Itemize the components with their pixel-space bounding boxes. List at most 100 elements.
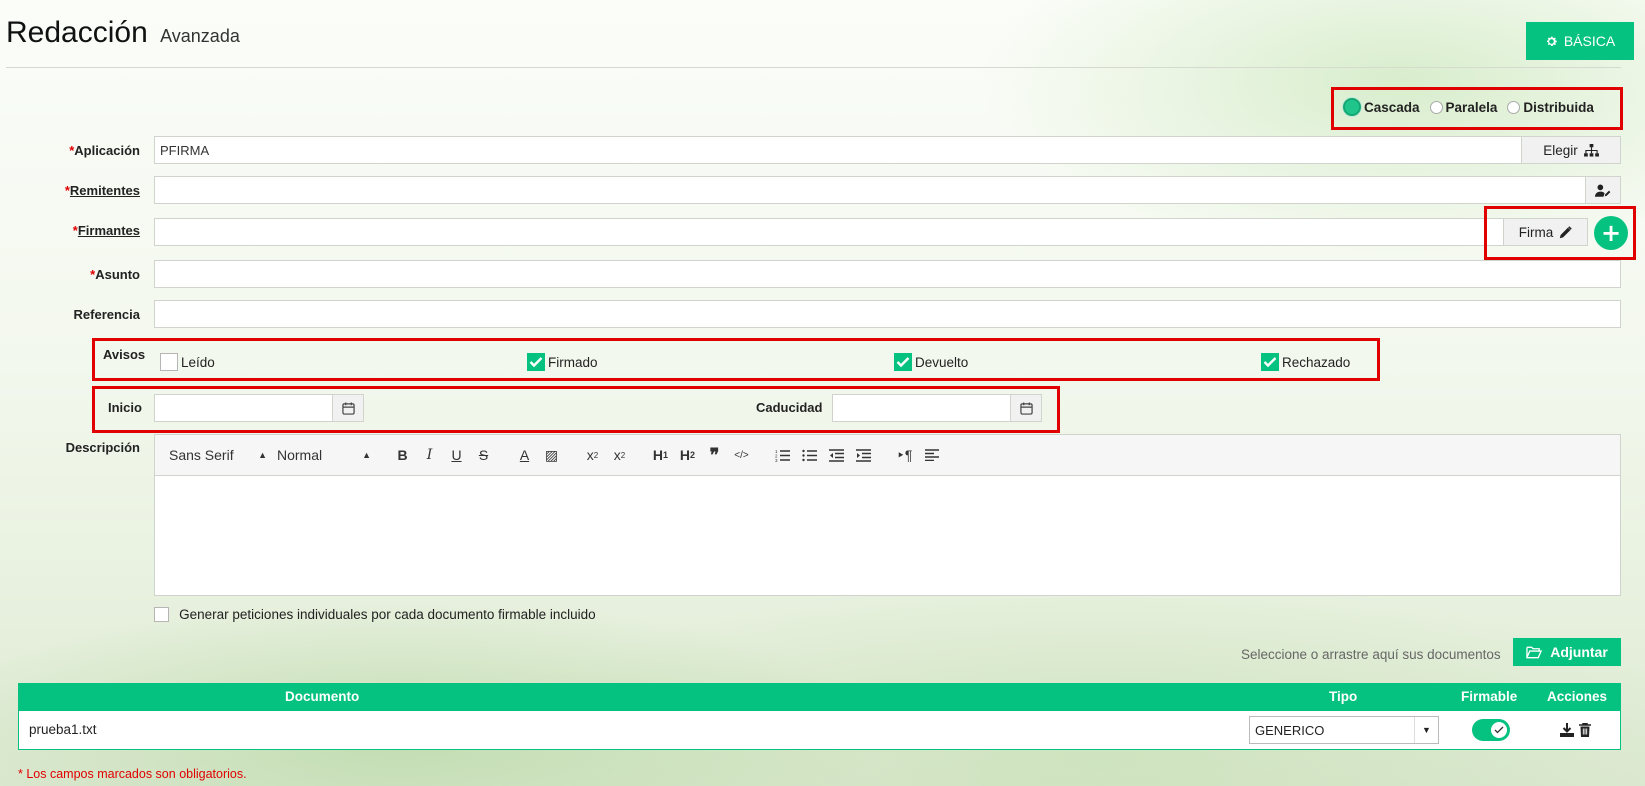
font-size-value: Normal (277, 447, 323, 463)
inicio-label: Inicio (108, 400, 142, 415)
user-edit-icon (1595, 184, 1611, 197)
elegir-label: Elegir (1543, 142, 1578, 158)
calendar-icon (1019, 401, 1033, 415)
col-firmable: Firmable (1461, 689, 1518, 704)
radio-cascada[interactable]: Cascada (1343, 98, 1420, 116)
caducidad-input[interactable] (832, 394, 1011, 422)
referencia-value (155, 301, 1620, 313)
indent-icon[interactable] (852, 443, 876, 467)
superscript-icon[interactable]: x2 (608, 443, 632, 467)
asunto-input[interactable] (154, 260, 1621, 288)
aplicacion-input[interactable]: PFIRMA (154, 136, 1522, 164)
basic-mode-button[interactable]: BÁSICA (1526, 22, 1634, 60)
descripcion-label: Descripción (0, 440, 140, 455)
label-text: Asunto (95, 267, 140, 282)
col-acciones: Acciones (1547, 689, 1608, 704)
label-text: Referencia (73, 307, 140, 322)
firmantes-value (155, 219, 1505, 231)
radio-label: Distribuida (1523, 99, 1594, 115)
outdent-icon[interactable] (825, 443, 849, 467)
caret-down-icon: ▼ (1414, 717, 1438, 743)
caducidad-calendar-button[interactable] (1010, 394, 1042, 422)
tipo-value: GENERICO (1255, 722, 1325, 738)
checkbox-label: Rechazado (1282, 354, 1351, 370)
checkbox-empty-icon (160, 353, 178, 371)
firma-label: Firma (1518, 224, 1554, 240)
remitentes-input[interactable] (154, 176, 1586, 204)
asunto-label: *Asunto (0, 267, 140, 282)
label-text: Descripción (65, 440, 140, 455)
bullet-list-icon[interactable] (798, 443, 822, 467)
table-row: prueba1.txt GENERICO ▼ (18, 711, 1621, 750)
blockquote-icon[interactable]: ❞ (703, 443, 727, 467)
radio-label: Cascada (1364, 100, 1420, 115)
heading1-icon[interactable]: H1 (649, 443, 673, 467)
add-signer-button[interactable]: + (1594, 216, 1628, 250)
remitentes-value (155, 177, 1585, 189)
referencia-input[interactable] (154, 300, 1621, 328)
check-knob-icon (1491, 722, 1507, 738)
firmantes-label: *Firmantes (0, 223, 140, 238)
underline-icon[interactable]: U (445, 443, 469, 467)
individual-requests-checkbox[interactable]: Generar peticiones individuales por cada… (154, 607, 596, 622)
label-text: Remitentes (69, 183, 140, 198)
checkbox-label: Generar peticiones individuales por cada… (179, 607, 596, 622)
radio-empty-icon (1507, 100, 1521, 114)
text-color-icon[interactable]: A (513, 443, 537, 467)
referencia-label: Referencia (0, 307, 140, 322)
font-family-value: Sans Serif (169, 447, 234, 463)
download-icon[interactable] (1560, 723, 1574, 741)
bold-icon[interactable]: B (391, 443, 415, 467)
checkbox-rechazado[interactable]: Rechazado (1261, 353, 1350, 371)
heading2-icon[interactable]: H2 (676, 443, 700, 467)
aplicacion-label: *Aplicación (0, 143, 140, 158)
ordered-list-icon[interactable]: 123 (771, 443, 795, 467)
attach-button[interactable]: Adjuntar (1513, 638, 1621, 666)
flow-radio-group: Cascada Paralela Distribuida (1343, 98, 1594, 116)
page-title: Redacción Avanzada (6, 16, 240, 50)
document-name: prueba1.txt (29, 722, 97, 737)
updown-icon: ▲ (362, 450, 371, 460)
radio-distribuida[interactable]: Distribuida (1507, 100, 1594, 115)
italic-icon[interactable]: I (418, 443, 442, 467)
inicio-calendar-button[interactable] (332, 394, 364, 422)
aplicacion-value: PFIRMA (160, 143, 210, 158)
trash-icon[interactable] (1579, 722, 1591, 741)
background-color-icon[interactable]: ▨ (540, 443, 564, 467)
elegir-button[interactable]: Elegir (1521, 136, 1621, 164)
inicio-value (155, 395, 332, 407)
col-tipo: Tipo (1329, 689, 1358, 704)
checkbox-firmado[interactable]: Firmado (527, 353, 598, 371)
font-family-select[interactable]: Sans Serif ▲ (169, 447, 267, 463)
strikethrough-icon[interactable]: S (472, 443, 496, 467)
radio-paralela[interactable]: Paralela (1429, 100, 1497, 115)
font-size-select[interactable]: Normal ▲ (277, 447, 371, 463)
label-text: Firmantes (77, 223, 140, 238)
svg-text:3: 3 (775, 458, 778, 462)
subscript-icon[interactable]: x2 (581, 443, 605, 467)
firma-button[interactable]: Firma (1503, 218, 1588, 246)
sitemap-icon (1583, 143, 1599, 157)
checkbox-empty-icon (154, 607, 169, 622)
text-direction-icon[interactable]: ‣¶ (893, 443, 917, 467)
updown-icon: ▲ (258, 450, 267, 460)
documents-table-header: Documento Tipo Firmable Acciones (18, 683, 1621, 711)
remitentes-label: *Remitentes (0, 183, 140, 198)
align-icon[interactable] (920, 443, 944, 467)
attach-hint: Seleccione o arrastre aquí sus documento… (1241, 647, 1501, 662)
radio-selected-icon (1343, 98, 1361, 116)
checkbox-devuelto[interactable]: Devuelto (894, 353, 968, 371)
checkmark-icon (894, 353, 912, 371)
tipo-select[interactable]: GENERICO ▼ (1249, 716, 1439, 744)
checkbox-leido[interactable]: Leído (160, 353, 215, 371)
description-editor[interactable] (154, 476, 1621, 596)
attach-button-label: Adjuntar (1550, 644, 1608, 660)
caducidad-value (833, 395, 1010, 407)
firmantes-input[interactable] (154, 218, 1506, 246)
highlight-box-avisos (92, 338, 1380, 381)
inicio-input[interactable] (154, 394, 333, 422)
code-block-icon[interactable]: </> (730, 443, 754, 467)
select-sender-button[interactable] (1585, 176, 1621, 204)
firmable-toggle[interactable] (1472, 719, 1510, 741)
label-text: Aplicación (74, 143, 140, 158)
